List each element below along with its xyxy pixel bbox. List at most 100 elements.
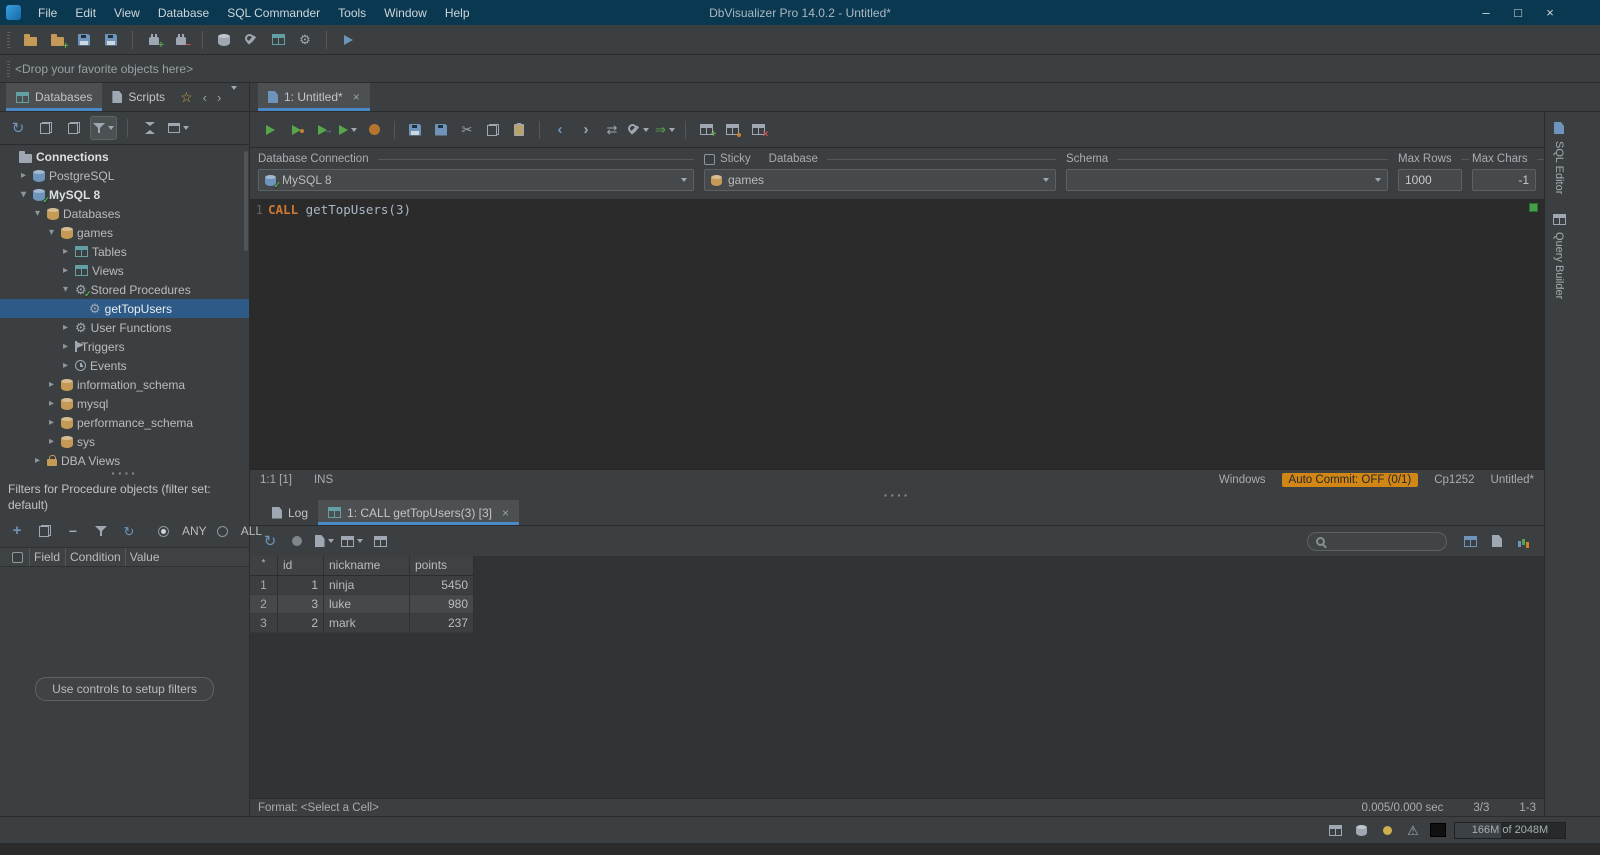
- tab-result-1[interactable]: 1: CALL getTopUsers(3) [3] ×: [318, 500, 520, 525]
- menu-tools[interactable]: Tools: [329, 4, 375, 22]
- apply-filter-button[interactable]: [92, 522, 110, 540]
- filter-objects-button[interactable]: [90, 116, 117, 140]
- tree-item-gettopusers[interactable]: ⚙ getTopUsers: [0, 299, 249, 318]
- collapse-all-button[interactable]: [138, 116, 162, 140]
- filter-col-field[interactable]: Field: [30, 548, 66, 567]
- table-data-button[interactable]: [266, 28, 290, 52]
- tree-item-performance-schema[interactable]: ▸ performance_schema: [0, 413, 249, 432]
- connection-properties-button[interactable]: [212, 28, 236, 52]
- memory-indicator[interactable]: 166M of 2048M: [1454, 821, 1566, 839]
- encoding[interactable]: Cp1252: [1434, 474, 1474, 486]
- add-filter-button[interactable]: +: [8, 522, 26, 540]
- forward-button[interactable]: ›: [574, 118, 598, 142]
- open-file-button[interactable]: [18, 28, 42, 52]
- tree-item-sys[interactable]: ▸ sys: [0, 432, 249, 451]
- menu-view[interactable]: View: [105, 4, 149, 22]
- disconnect-button[interactable]: [169, 28, 193, 52]
- expand-collapsed-icon[interactable]: ▸: [60, 322, 71, 333]
- id-cell[interactable]: 3: [278, 595, 324, 614]
- tree-item-connections[interactable]: Connections: [0, 147, 249, 166]
- menu-file[interactable]: File: [29, 4, 66, 22]
- database-select[interactable]: games: [704, 169, 1056, 191]
- grid-corner-cell[interactable]: *: [250, 556, 278, 576]
- row-number-cell[interactable]: 1: [250, 576, 278, 595]
- monitor-load-button[interactable]: [285, 529, 309, 553]
- nickname-cell[interactable]: luke: [324, 595, 410, 614]
- warnings-button[interactable]: ⚠: [1404, 821, 1422, 839]
- copy-filter-button[interactable]: [36, 522, 54, 540]
- grid-status-button[interactable]: [1326, 821, 1344, 839]
- tree-item-events[interactable]: ▸ Events: [0, 356, 249, 375]
- nickname-cell[interactable]: ninja: [324, 576, 410, 595]
- add-favorite-button[interactable]: [45, 28, 69, 52]
- expand-expanded-icon[interactable]: ▾: [46, 227, 57, 238]
- close-results-button[interactable]: [746, 118, 770, 142]
- database-connection-select[interactable]: MySQL 8: [258, 169, 694, 191]
- tab-databases[interactable]: Databases: [6, 83, 103, 111]
- setup-filters-button[interactable]: Use controls to setup filters: [35, 677, 214, 702]
- copy-object-name-button[interactable]: [34, 116, 58, 140]
- all-radio[interactable]: [216, 525, 228, 537]
- execute-button[interactable]: [258, 118, 282, 142]
- tree-item-views[interactable]: ▸ Views: [0, 261, 249, 280]
- favorites-star-icon[interactable]: ☆: [175, 89, 198, 106]
- menu-sql-commander[interactable]: SQL Commander: [218, 4, 329, 22]
- refresh-filter-button[interactable]: ↻: [120, 522, 138, 540]
- tree-item-postgresql[interactable]: ▸ PostgreSQL: [0, 166, 249, 185]
- menu-edit[interactable]: Edit: [66, 4, 105, 22]
- execute-current-button[interactable]: [284, 118, 308, 142]
- grid-view-button[interactable]: [1458, 529, 1482, 553]
- expand-collapsed-icon[interactable]: ▸: [46, 436, 57, 447]
- close-tab-icon[interactable]: ×: [502, 506, 509, 520]
- expand-expanded-icon[interactable]: ▾: [32, 208, 43, 219]
- insert-mode[interactable]: INS: [314, 474, 333, 486]
- tree-item-mysql[interactable]: ▸ mysql: [0, 394, 249, 413]
- save-sql-as-button[interactable]: [429, 118, 453, 142]
- tree-item-tables[interactable]: ▸ Tables: [0, 242, 249, 261]
- notifications-button[interactable]: [1378, 821, 1396, 839]
- reload-result-button[interactable]: ↻: [258, 529, 282, 553]
- schema-select[interactable]: [1066, 169, 1388, 191]
- tab-log[interactable]: Log: [262, 500, 318, 525]
- maximize-button[interactable]: □: [1502, 5, 1534, 20]
- nickname-cell[interactable]: mark: [324, 614, 410, 633]
- sticky-checkbox[interactable]: [704, 153, 715, 165]
- expand-collapsed-icon[interactable]: ▸: [60, 265, 71, 276]
- filter-select-checkbox[interactable]: [8, 548, 30, 567]
- export-menu-button[interactable]: [312, 529, 336, 553]
- history-button[interactable]: ⇄: [600, 118, 624, 142]
- execute-explain-button[interactable]: [310, 118, 334, 142]
- favorites-grip[interactable]: [7, 60, 10, 77]
- menu-help[interactable]: Help: [436, 4, 479, 22]
- strip-tab-query-builder[interactable]: Query Builder: [1549, 214, 1569, 300]
- execute-options-button[interactable]: [336, 118, 360, 142]
- close-button[interactable]: ×: [1534, 5, 1566, 20]
- column-header-nickname[interactable]: nickname: [324, 556, 410, 576]
- points-cell[interactable]: 237: [410, 614, 474, 633]
- points-cell[interactable]: 980: [410, 595, 474, 614]
- prev-tab-icon[interactable]: ‹: [198, 90, 212, 105]
- auto-commit-badge[interactable]: Auto Commit: OFF (0/1): [1281, 473, 1419, 487]
- edit-result-button[interactable]: [720, 118, 744, 142]
- minimize-button[interactable]: –: [1470, 5, 1502, 20]
- strip-tab-sql-editor[interactable]: SQL Editor: [1549, 122, 1569, 194]
- table-row[interactable]: 2 3 luke 980: [250, 595, 1544, 614]
- toolbar-grip[interactable]: [7, 31, 10, 48]
- id-cell[interactable]: 2: [278, 614, 324, 633]
- expand-collapsed-icon[interactable]: ▸: [32, 455, 43, 466]
- refresh-objects-button[interactable]: ↻: [6, 116, 30, 140]
- expand-collapsed-icon[interactable]: ▸: [46, 379, 57, 390]
- text-view-button[interactable]: [1485, 529, 1509, 553]
- tree-item-user-functions[interactable]: ▸ ⚙ User Functions: [0, 318, 249, 337]
- column-header-id[interactable]: id: [278, 556, 324, 576]
- tree-item-triggers[interactable]: ▸ Triggers: [0, 337, 249, 356]
- menu-database[interactable]: Database: [149, 4, 218, 22]
- export-result-button[interactable]: [694, 118, 718, 142]
- id-cell[interactable]: 1: [278, 576, 324, 595]
- tree-item-dba-views[interactable]: ▸ DBA Views: [0, 451, 249, 468]
- editor-results-splitter[interactable]: ····: [250, 488, 1544, 502]
- connections-status-button[interactable]: [1352, 821, 1370, 839]
- expand-collapsed-icon[interactable]: ▸: [60, 360, 71, 371]
- describe-button[interactable]: [368, 529, 392, 553]
- console-icon[interactable]: [1430, 823, 1446, 837]
